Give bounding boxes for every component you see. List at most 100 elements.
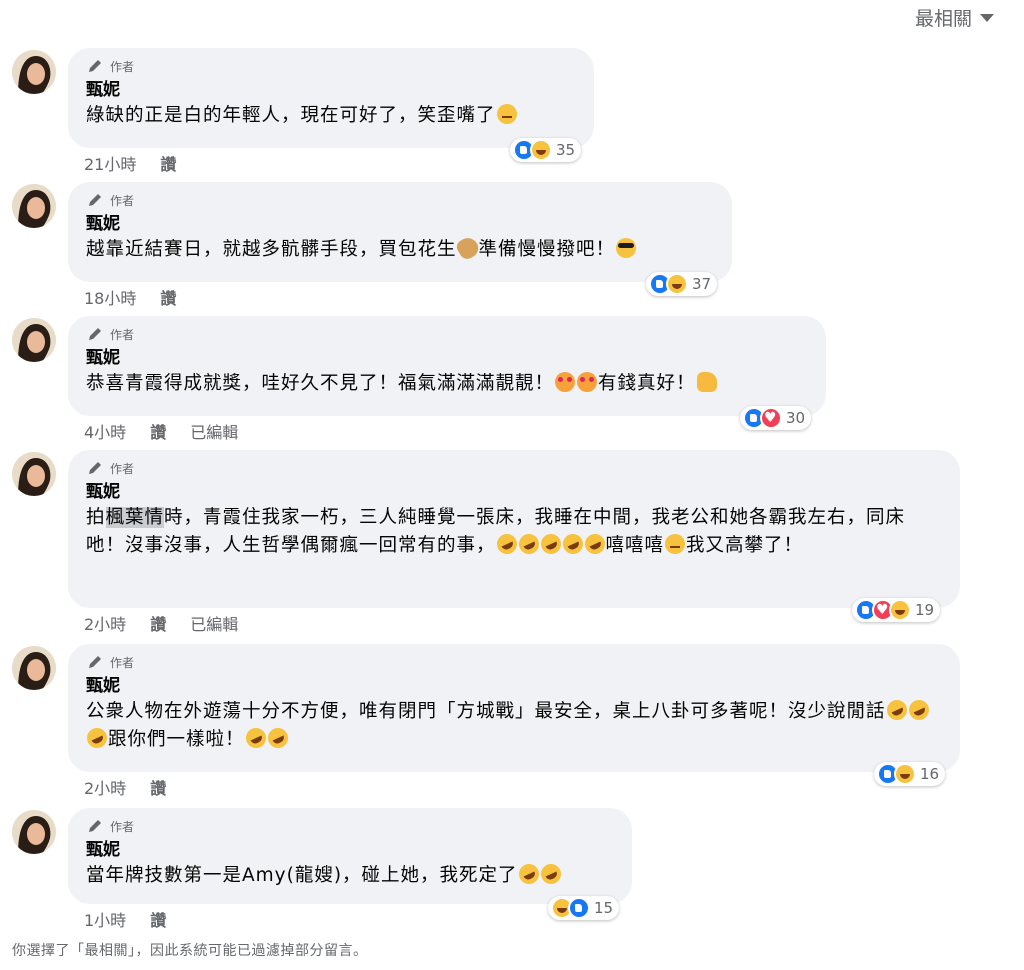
comment-time[interactable]: 21小時 xyxy=(84,151,136,175)
rofl-emoji-icon xyxy=(515,530,542,558)
rofl-emoji-icon xyxy=(264,724,291,752)
haha-reaction-icon xyxy=(894,763,916,785)
comment-text: 拍楓葉情時，青霞住我家一朽，三人純睡覺一張床，我睡在中間，我老公和她各霸我左右，… xyxy=(86,504,942,560)
author-badge: 作者 xyxy=(86,652,942,672)
like-reaction-icon xyxy=(568,897,590,919)
comment-text-segment: 準備慢慢撥吧！ xyxy=(478,239,616,260)
like-link[interactable]: 讚 xyxy=(150,611,166,635)
smiling-hearts-emoji-icon xyxy=(555,372,576,392)
peanut-emoji-icon xyxy=(453,234,482,262)
rofl-emoji-icon xyxy=(83,724,111,752)
haha-reaction-icon xyxy=(889,599,911,621)
author-badge-label: 作者 xyxy=(110,461,135,476)
rofl-emoji-icon xyxy=(537,530,564,558)
sort-dropdown[interactable]: 最相關 xyxy=(914,6,994,30)
love-reaction-icon xyxy=(760,407,782,429)
author-badge-label: 作者 xyxy=(110,59,135,74)
comment-author-name[interactable]: 甄妮 xyxy=(86,480,942,504)
rofl-emoji-icon xyxy=(883,696,910,724)
like-link[interactable]: 讚 xyxy=(150,907,166,931)
comment-meta: 21小時 讚 xyxy=(84,152,176,174)
edited-label[interactable]: 已編輯 xyxy=(190,611,238,635)
avatar[interactable] xyxy=(12,646,56,690)
comment-meta: 4小時 讚 已編輯 xyxy=(84,420,238,442)
comment-author-name[interactable]: 甄妮 xyxy=(86,838,614,862)
reaction-count: 16 xyxy=(920,765,940,783)
comment-text: 綠缺的正是白的年輕人，現在可好了，笑歪嘴了 xyxy=(86,102,576,130)
comment-bubble: 作者 甄妮 恭喜青霞得成就獎，哇好久不見了！福氣滿滿滿靚靚！ 有錢真好！ xyxy=(68,316,826,416)
reaction-count: 19 xyxy=(915,601,935,619)
highlighted-text[interactable]: 楓葉情 xyxy=(105,507,165,528)
comment-time[interactable]: 18小時 xyxy=(84,285,136,309)
reaction-summary[interactable]: 16 xyxy=(874,762,946,786)
like-link[interactable]: 讚 xyxy=(150,419,166,443)
comment-meta: 18小時 讚 xyxy=(84,286,176,308)
comment-meta: 2小時 讚 已編輯 xyxy=(84,612,238,634)
like-link[interactable]: 讚 xyxy=(160,151,176,175)
pencil-icon xyxy=(89,328,101,340)
author-badge: 作者 xyxy=(86,458,942,478)
reaction-summary[interactable]: 19 xyxy=(852,598,941,622)
comment-text-segment: 跟你們一樣啦！ xyxy=(108,729,245,750)
reaction-count: 35 xyxy=(556,141,576,159)
rofl-emoji-icon xyxy=(559,530,586,558)
comment-text-segment: 公衆人物在外遊蕩十分不方便，唯有閉門「方城戰」最安全，桌上八卦可多著呢！沒少說閒… xyxy=(86,701,886,722)
sort-label: 最相關 xyxy=(914,7,972,30)
filter-notice: 你選擇了「最相關」，因此系統可能已過濾掉部分留言。 xyxy=(12,943,368,959)
like-link[interactable]: 讚 xyxy=(150,775,166,799)
comment-time[interactable]: 4小時 xyxy=(84,419,126,443)
like-link[interactable]: 讚 xyxy=(160,285,176,309)
reaction-summary[interactable]: 30 xyxy=(740,406,812,430)
author-badge: 作者 xyxy=(86,190,714,210)
comment-text: 公衆人物在外遊蕩十分不方便，唯有閉門「方城戰」最安全，桌上八卦可多著呢！沒少說閒… xyxy=(83,696,942,754)
comment-text: 當年牌技數第一是Amy(龍嫂)，碰上她，我死定了 xyxy=(86,860,614,890)
rofl-emoji-icon xyxy=(905,696,932,724)
comment-text: 越靠近結賽日，就越多骯髒手段，買包花生 準備慢慢撥吧！ xyxy=(86,234,714,264)
author-badge-label: 作者 xyxy=(110,819,135,834)
rofl-emoji-icon xyxy=(581,530,608,558)
reaction-summary[interactable]: 35 xyxy=(510,138,582,162)
comment-meta: 1小時 讚 xyxy=(84,908,166,930)
comment-time[interactable]: 2小時 xyxy=(84,775,126,799)
avatar[interactable] xyxy=(12,50,56,94)
grimace-emoji-icon xyxy=(665,534,686,554)
comment-author-name[interactable]: 甄妮 xyxy=(86,212,714,236)
comment-author-name[interactable]: 甄妮 xyxy=(86,346,808,370)
author-badge: 作者 xyxy=(86,324,808,344)
comment-time[interactable]: 1小時 xyxy=(84,907,126,931)
reaction-count: 15 xyxy=(594,899,614,917)
pencil-icon xyxy=(89,820,101,832)
rofl-emoji-icon xyxy=(537,860,564,888)
comment-author-name[interactable]: 甄妮 xyxy=(86,78,576,102)
pencil-icon xyxy=(89,656,101,668)
comment-author-name[interactable]: 甄妮 xyxy=(86,674,942,698)
comment-text-segment: 當年牌技數第一是Amy(龍嫂)，碰上她，我死定了 xyxy=(86,865,518,886)
comment-time[interactable]: 2小時 xyxy=(84,611,126,635)
edited-label[interactable]: 已編輯 xyxy=(190,419,238,443)
reaction-summary[interactable]: 15 xyxy=(548,896,620,920)
comment-text-segment: 有錢真好！ xyxy=(598,373,696,394)
avatar[interactable] xyxy=(12,318,56,362)
rofl-emoji-icon xyxy=(242,724,269,752)
reaction-count: 37 xyxy=(692,275,712,293)
avatar[interactable] xyxy=(12,452,56,496)
comment-meta: 2小時 讚 xyxy=(84,776,166,798)
comment-bubble: 作者 甄妮 越靠近結賽日，就越多骯髒手段，買包花生 準備慢慢撥吧！ xyxy=(68,182,732,282)
author-badge-label: 作者 xyxy=(110,655,135,670)
comment-bubble: 作者 甄妮 當年牌技數第一是Amy(龍嫂)，碰上她，我死定了 xyxy=(68,808,632,904)
caret-down-icon xyxy=(980,14,994,22)
sunglasses-emoji-icon xyxy=(616,238,637,258)
reaction-summary[interactable]: 37 xyxy=(646,272,718,296)
author-badge: 作者 xyxy=(86,816,614,836)
avatar[interactable] xyxy=(12,184,56,228)
avatar[interactable] xyxy=(12,810,56,854)
author-badge-label: 作者 xyxy=(110,327,135,342)
pencil-icon xyxy=(89,194,101,206)
author-badge-label: 作者 xyxy=(110,193,135,208)
grimace-emoji-icon xyxy=(496,104,517,124)
reaction-count: 30 xyxy=(786,409,806,427)
comment-text-segment: 恭喜青霞得成就獎，哇好久不見了！福氣滿滿滿靚靚！ xyxy=(86,373,555,394)
pencil-icon xyxy=(89,462,101,474)
comment-bubble: 作者 甄妮 拍楓葉情時，青霞住我家一朽，三人純睡覺一張床，我睡在中間，我老公和她… xyxy=(68,450,960,608)
comment-text: 恭喜青霞得成就獎，哇好久不見了！福氣滿滿滿靚靚！ 有錢真好！ xyxy=(86,370,808,398)
